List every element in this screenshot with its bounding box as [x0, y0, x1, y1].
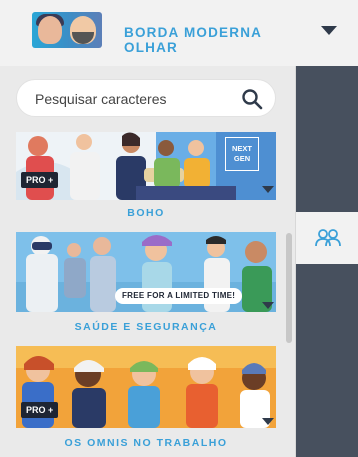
- pack-title[interactable]: BORDA MODERNA OLHAR: [124, 25, 284, 55]
- pack-label: SAÚDE E SEGURANÇA: [74, 321, 218, 333]
- pro-badge: PRO +: [21, 402, 59, 418]
- pack-card-boho[interactable]: NEXT GEN PRO + BOHO: [16, 132, 276, 222]
- search-icon[interactable]: [241, 88, 263, 110]
- chevron-down-icon[interactable]: [262, 418, 274, 425]
- search-placeholder: Pesquisar caracteres: [35, 91, 167, 107]
- pack-label: OS OMNIS NO TRABALHO: [64, 437, 228, 449]
- pack-card-health-safety[interactable]: FREE FOR A LIMITED TIME! SAÚDE E SEGURAN…: [16, 232, 276, 336]
- pack-card-omnis-at-work[interactable]: PRO + OS OMNIS NO TRABALHO: [16, 346, 276, 457]
- panel-scrollbar[interactable]: [286, 233, 292, 343]
- promo-badge: FREE FOR A LIMITED TIME!: [115, 288, 243, 304]
- character-pack-thumbnail[interactable]: [32, 12, 102, 48]
- people-icon: [315, 229, 341, 247]
- header-bar: BORDA MODERNA OLHAR: [0, 0, 358, 66]
- chevron-down-icon[interactable]: [321, 26, 337, 35]
- chevron-down-icon[interactable]: [262, 186, 274, 193]
- next-gen-badge: NEXT GEN: [225, 137, 259, 171]
- pro-badge: PRO +: [21, 172, 59, 188]
- search-input[interactable]: Pesquisar caracteres: [16, 79, 276, 117]
- chevron-down-icon[interactable]: [262, 302, 274, 309]
- tab-characters[interactable]: [296, 212, 358, 264]
- pack-label: BOHO: [127, 207, 165, 219]
